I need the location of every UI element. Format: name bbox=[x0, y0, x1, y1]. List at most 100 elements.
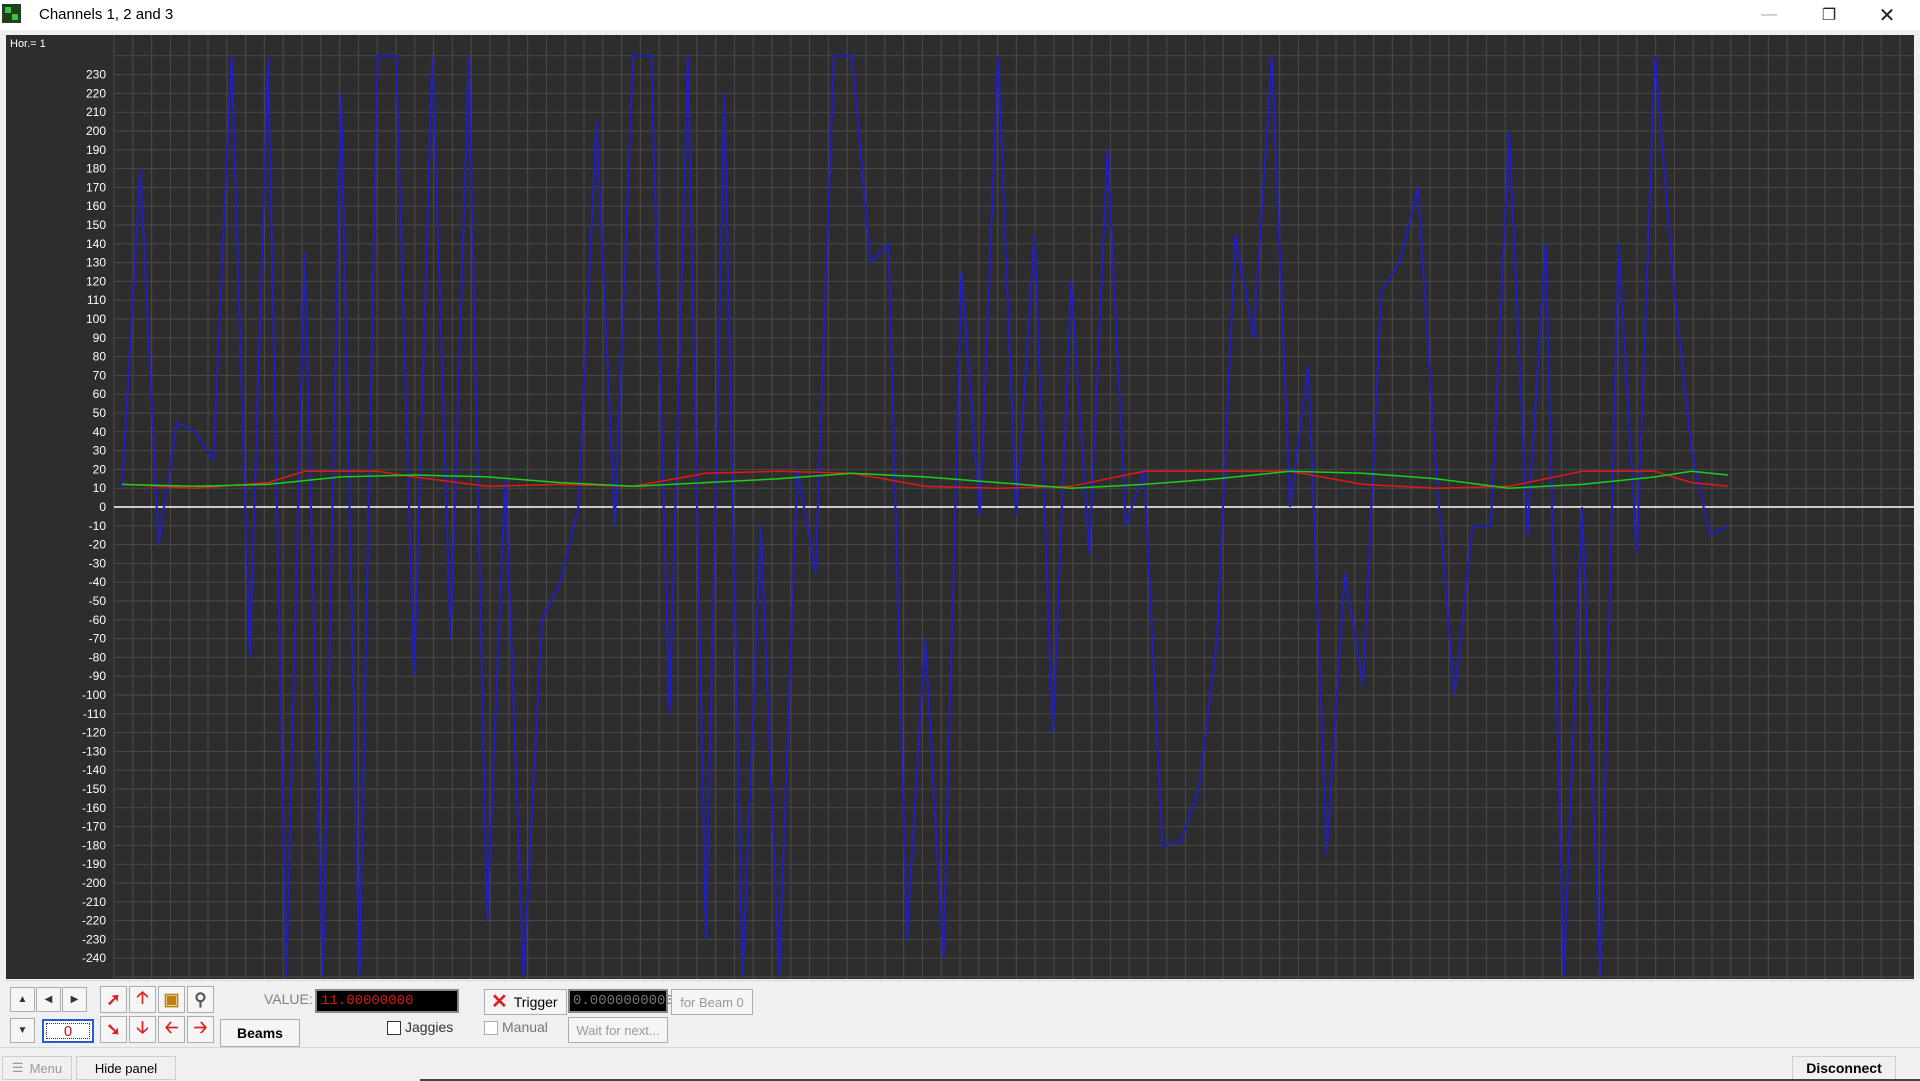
oscilloscope-display[interactable]: 230 220 210 200 190 180 170 160 150 140 130 120 110 1… bbox=[6, 35, 1914, 979]
shift-right-button[interactable]: 🡢 bbox=[187, 1016, 214, 1043]
grid bbox=[113, 35, 1914, 979]
arrow-left-icon: 🡠 bbox=[164, 1018, 179, 1037]
arrow-right-icon: 🡢 bbox=[193, 1018, 208, 1037]
scope-chart: 2302202102001901801701601501401301201101… bbox=[82, 35, 1914, 979]
scroll-right-button[interactable]: ▶ bbox=[62, 987, 87, 1012]
y-tick-label: 160 bbox=[86, 199, 106, 213]
title-bar: Channels 1, 2 and 3 — ❐ ✕ bbox=[0, 0, 1920, 30]
shift-left-button[interactable]: 🡠 bbox=[158, 1016, 185, 1043]
y-tick-label: -30 bbox=[89, 556, 107, 570]
restore-button[interactable]: ❐ bbox=[1800, 0, 1858, 30]
y-axis-ticks: 2302202102001901801701601501401301201101… bbox=[82, 68, 106, 966]
y-tick-label: -110 bbox=[83, 707, 106, 721]
magnifier-icon: ⚲ bbox=[194, 989, 207, 1009]
y-tick-label: -190 bbox=[82, 857, 106, 871]
jaggies-label: Jaggies bbox=[405, 1019, 454, 1035]
y-tick-label: -90 bbox=[89, 669, 107, 683]
y-tick-label: -100 bbox=[82, 688, 106, 702]
trigger-value-field[interactable]: 0.0000000000 bbox=[568, 989, 674, 1013]
y-tick-label: -230 bbox=[82, 932, 106, 946]
trigger-button[interactable]: ✕ Trigger bbox=[484, 989, 567, 1015]
window-title: Channels 1, 2 and 3 bbox=[39, 6, 174, 23]
minimize-button[interactable]: — bbox=[1740, 0, 1798, 30]
diagonal-arrow-down-icon: ➘ bbox=[106, 1019, 121, 1039]
zoom-button[interactable]: ⚲ bbox=[187, 986, 214, 1013]
y-tick-label: -180 bbox=[82, 838, 106, 852]
beams-button[interactable]: Beams bbox=[220, 1019, 300, 1047]
hide-panel-button[interactable]: Hide panel bbox=[76, 1056, 176, 1080]
y-tick-label: 180 bbox=[86, 162, 106, 176]
scroll-down-button[interactable]: ▼ bbox=[10, 1018, 35, 1043]
scale-up-button[interactable]: 🡡 bbox=[129, 986, 156, 1013]
horizontal-scale-label: Hor.= 1 bbox=[10, 38, 46, 50]
y-tick-label: -80 bbox=[89, 650, 107, 664]
y-tick-label: 90 bbox=[93, 331, 107, 345]
series-line-1 bbox=[121, 54, 1729, 978]
y-tick-label: 80 bbox=[93, 350, 107, 364]
scroll-up-button[interactable]: ▲ bbox=[10, 987, 35, 1012]
y-tick-label: 100 bbox=[86, 312, 106, 326]
jaggies-checkbox[interactable] bbox=[387, 1021, 401, 1035]
y-tick-label: 210 bbox=[86, 105, 106, 119]
expand-diagonal-button[interactable]: ➚ bbox=[100, 986, 127, 1013]
disconnect-button[interactable]: Disconnect bbox=[1792, 1056, 1896, 1080]
triangle-down-icon: ▼ bbox=[17, 1025, 28, 1036]
y-tick-label: 10 bbox=[93, 481, 107, 495]
camera-icon: ▣ bbox=[163, 989, 180, 1009]
y-tick-label: -140 bbox=[82, 763, 106, 777]
x-icon: ✕ bbox=[491, 991, 508, 1013]
control-panel: ▲ ▼ ◀ ▶ 0 ➚ 🡡 ▣ ⚲ ➘ 🡣 🡠 🡢 Beams VALUE: 1… bbox=[6, 980, 1914, 1047]
y-tick-label: -210 bbox=[82, 895, 106, 909]
close-button[interactable]: ✕ bbox=[1858, 0, 1916, 30]
close-icon: ✕ bbox=[1878, 4, 1896, 27]
y-tick-label: 140 bbox=[86, 237, 106, 251]
app-icon bbox=[2, 4, 21, 23]
y-tick-label: 0 bbox=[99, 500, 106, 514]
y-tick-label: -40 bbox=[89, 575, 107, 589]
y-tick-label: -70 bbox=[89, 632, 107, 646]
menu-icon: ☰ bbox=[11, 1060, 24, 1075]
manual-checkbox[interactable] bbox=[484, 1021, 498, 1035]
value-field: 11.00000000 bbox=[315, 989, 459, 1013]
y-tick-label: 30 bbox=[93, 444, 107, 458]
minimize-icon: — bbox=[1761, 6, 1777, 23]
shrink-diagonal-button[interactable]: ➘ bbox=[100, 1016, 127, 1043]
y-tick-label: -150 bbox=[82, 782, 106, 796]
y-tick-label: -160 bbox=[82, 801, 106, 815]
y-tick-label: -170 bbox=[82, 820, 106, 834]
spin-value-field[interactable]: 0 bbox=[42, 1019, 94, 1043]
y-tick-label: -240 bbox=[82, 951, 106, 965]
y-tick-label: -130 bbox=[82, 744, 106, 758]
y-tick-label: 170 bbox=[86, 180, 106, 194]
trigger-label: Trigger bbox=[513, 994, 558, 1010]
triangle-right-icon: ▶ bbox=[70, 994, 79, 1005]
wait-for-next-button[interactable]: Wait for next... bbox=[568, 1017, 668, 1043]
y-tick-label: 150 bbox=[86, 218, 106, 232]
y-tick-label: -220 bbox=[82, 914, 106, 928]
y-tick-label: 230 bbox=[86, 68, 106, 82]
diagonal-arrow-up-icon: ➚ bbox=[106, 989, 121, 1009]
y-tick-label: 40 bbox=[93, 425, 107, 439]
y-tick-label: -60 bbox=[89, 613, 107, 627]
menu-button[interactable]: ☰ Menu bbox=[2, 1056, 72, 1080]
triangle-left-icon: ◀ bbox=[44, 994, 53, 1005]
y-tick-label: 190 bbox=[86, 143, 106, 157]
scale-down-button[interactable]: 🡣 bbox=[129, 1016, 156, 1043]
value-label: VALUE: bbox=[264, 991, 313, 1007]
y-tick-label: 60 bbox=[93, 387, 107, 401]
triangle-up-icon: ▲ bbox=[17, 994, 28, 1005]
y-tick-label: -20 bbox=[89, 538, 107, 552]
y-tick-label: 20 bbox=[93, 462, 107, 476]
series-lines bbox=[121, 54, 1729, 978]
scroll-left-button[interactable]: ◀ bbox=[36, 987, 61, 1012]
y-tick-label: -50 bbox=[89, 594, 107, 608]
y-tick-label: 70 bbox=[93, 368, 107, 382]
y-tick-label: 200 bbox=[86, 124, 106, 138]
y-tick-label: -10 bbox=[89, 519, 107, 533]
restore-icon: ❐ bbox=[1821, 7, 1837, 24]
snapshot-button[interactable]: ▣ bbox=[158, 986, 185, 1013]
manual-label: Manual bbox=[502, 1019, 548, 1035]
y-tick-label: 110 bbox=[87, 293, 106, 307]
bottom-bar: ☰ Menu Hide panel Disconnect bbox=[0, 1047, 1920, 1081]
for-beam-button[interactable]: for Beam 0 bbox=[671, 989, 753, 1015]
